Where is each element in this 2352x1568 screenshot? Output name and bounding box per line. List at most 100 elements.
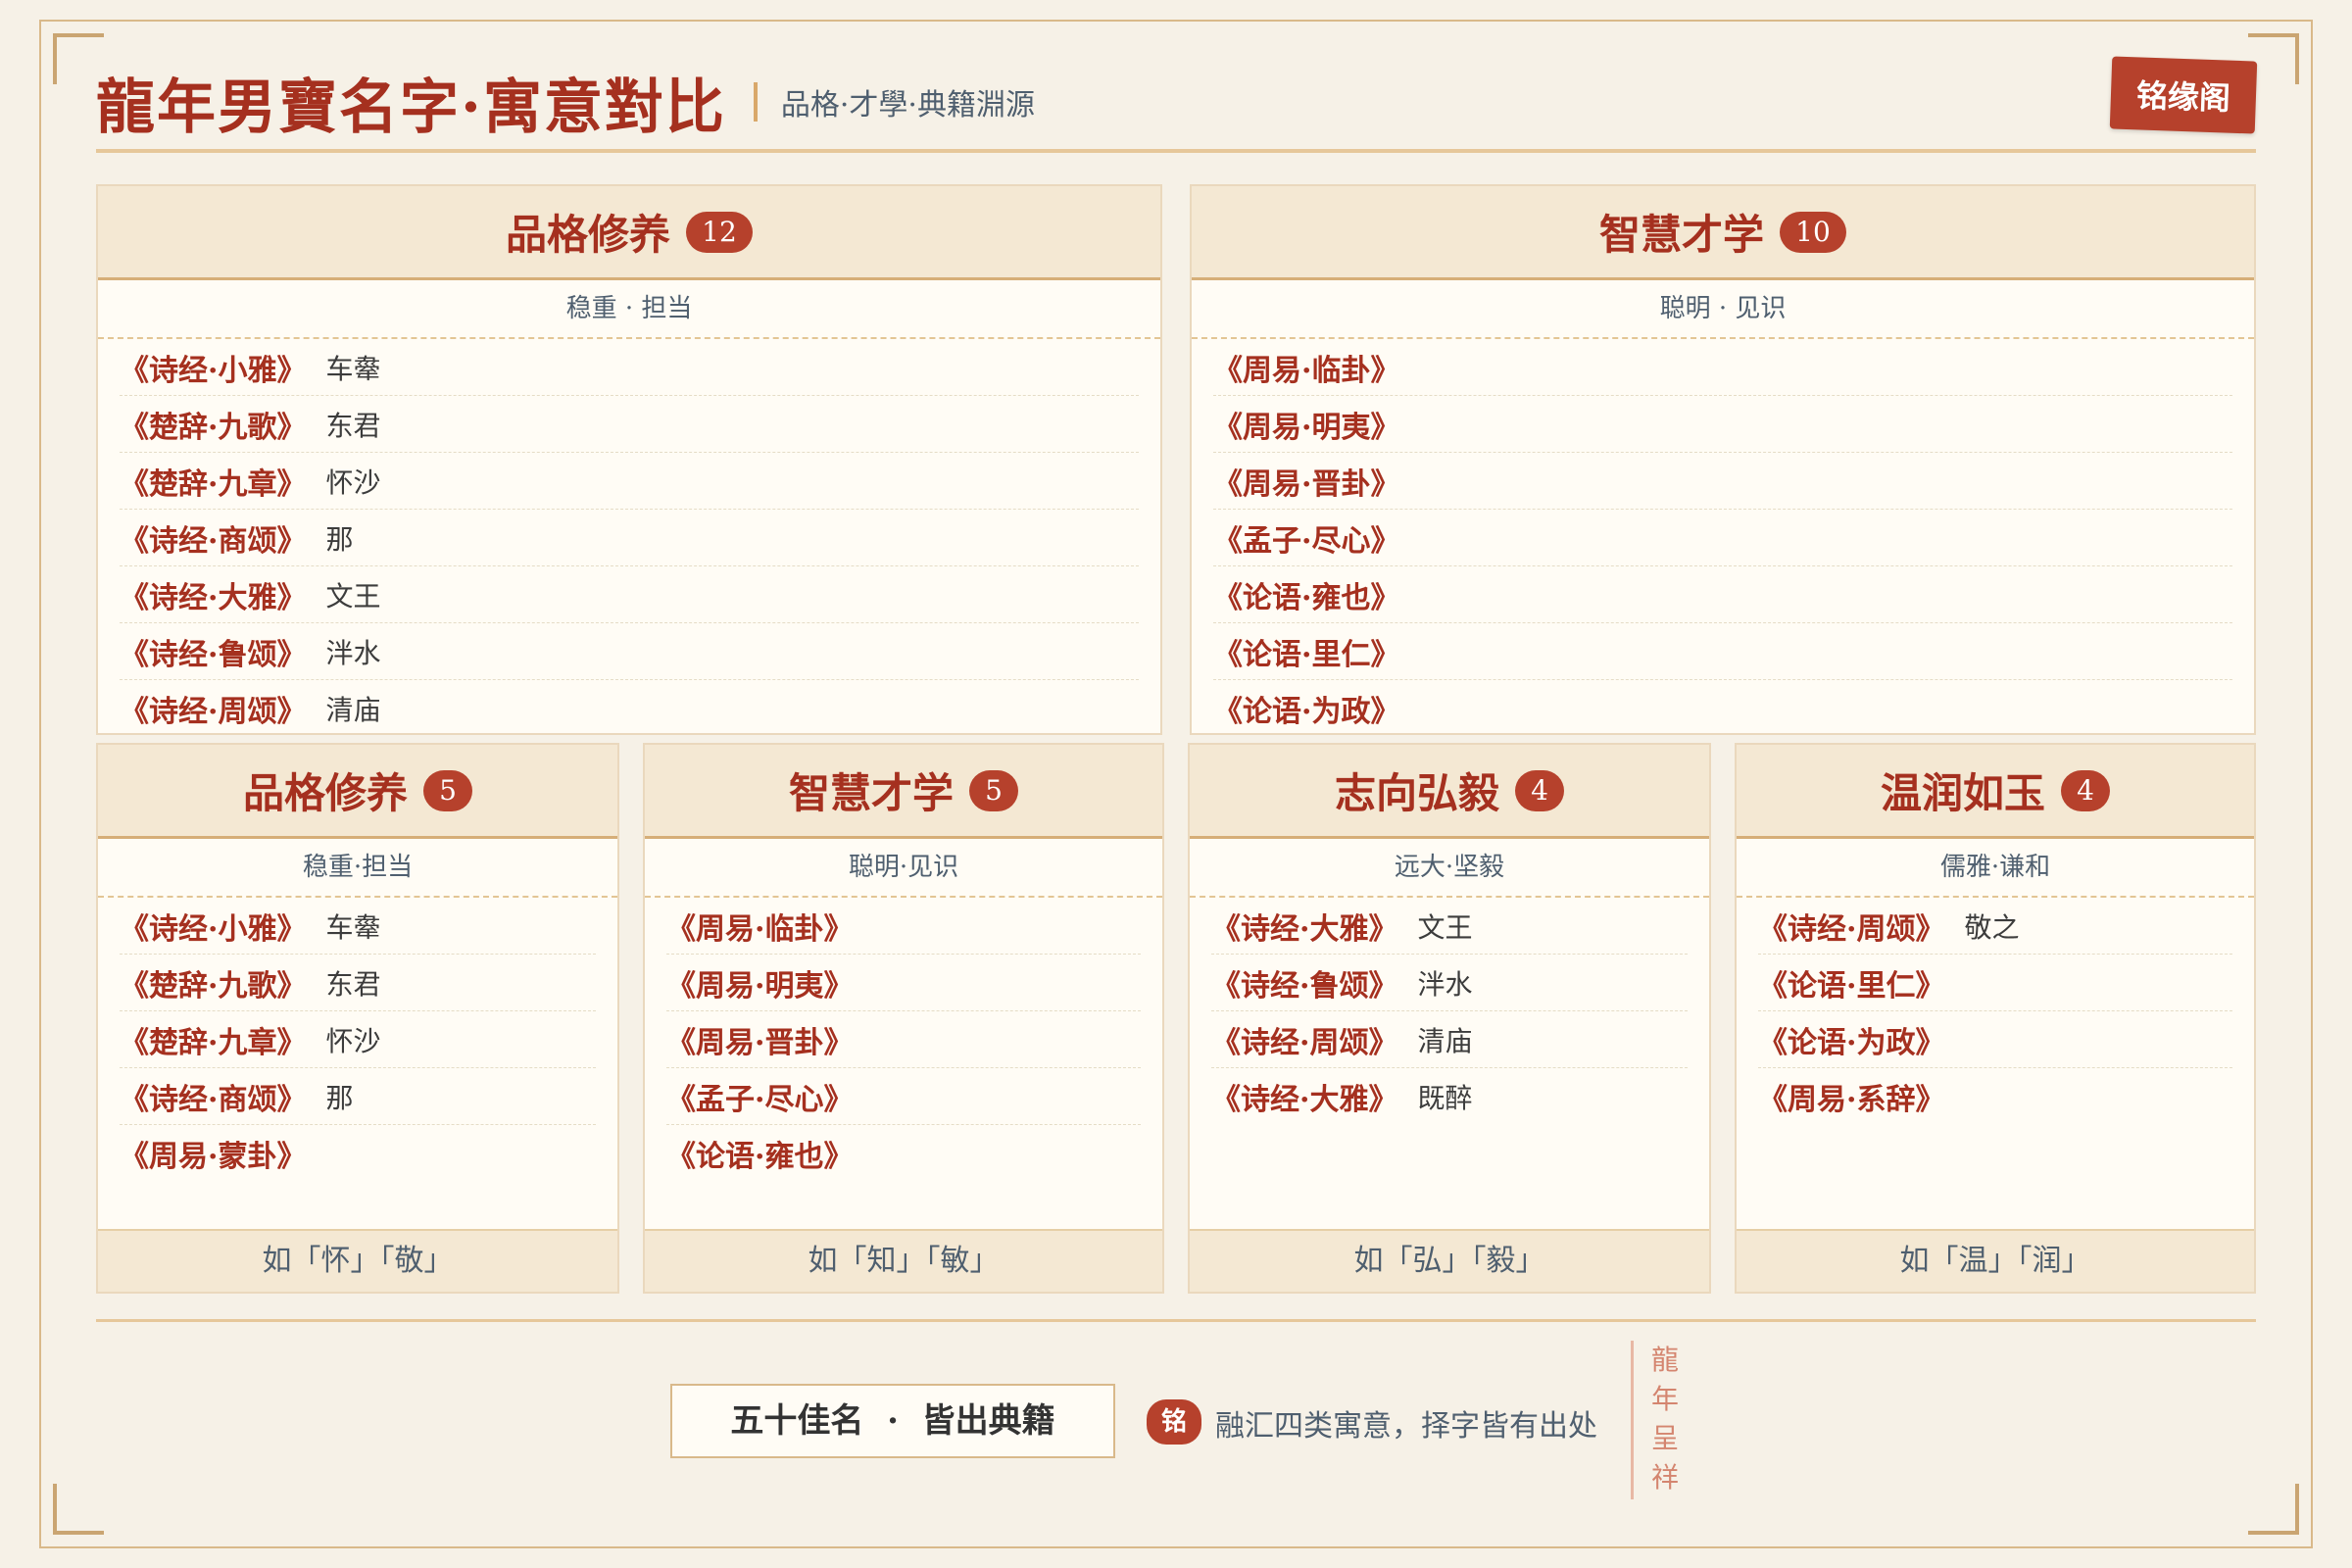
source-book: 《诗经·大雅》 [120, 580, 307, 615]
list-item: 《周易·临卦》 [1213, 339, 2232, 396]
list-item: 《诗经·鲁颂》 泮水 [120, 623, 1139, 680]
count-badge: 10 [1780, 211, 1846, 253]
category-card-bottom: 温润如玉 4 儒雅·谦和 《诗经·周颂》 敬之 《论语·里仁》 《论语·为政》 《周易·… [1735, 743, 2256, 1294]
list-item: 《诗经·大雅》 文王 [120, 566, 1139, 623]
summary-box: 五十佳名 · 皆出典籍 [670, 1384, 1115, 1458]
vertical-divider [1631, 1341, 1634, 1499]
card-header: 品格修养 5 [98, 745, 617, 839]
source-chapter: 清庙 [1417, 1024, 1473, 1057]
source-book: 《论语·雍也》 [1213, 580, 1400, 615]
card-subtitle: 儒雅·谦和 [1737, 839, 2254, 898]
category-card-top: 智慧才学 10 聪明 · 见识 《周易·临卦》 《周易·明夷》 《周易·晋卦》 《孟子… [1190, 184, 2256, 735]
brand-seal: 铭缘阁 [2109, 56, 2258, 134]
card-subtitle: 远大·坚毅 [1190, 839, 1709, 898]
source-list: 《周易·临卦》 《周易·明夷》 《周易·晋卦》 《孟子·尽心》 《论语·雍也》 《论语·里… [1192, 339, 2254, 733]
vertical-blessing: 龍 年 呈 祥 [1650, 1344, 1679, 1494]
card-title: 智慧才学 [1598, 211, 1764, 259]
list-item: 《孟子·尽心》 [1213, 510, 2232, 566]
source-chapter: 车舝 [325, 352, 381, 385]
source-book: 《诗经·小雅》 [120, 353, 307, 388]
card-title: 品格修养 [242, 769, 408, 817]
source-book: 《诗经·鲁颂》 [120, 637, 307, 672]
corner-ornament [2248, 1484, 2299, 1535]
card-subtitle: 稳重·担当 [98, 839, 617, 898]
source-book: 《楚辞·九歌》 [120, 968, 307, 1004]
card-title: 温润如玉 [1880, 769, 2045, 817]
list-item: 《周易·系辞》 [1758, 1068, 2232, 1125]
page-header: 龍年男寶名字·寓意對比 品格·才學·典籍淵源 铭缘阁 [96, 55, 2258, 153]
list-item: 《诗经·商颂》那 [120, 1068, 596, 1125]
source-book: 《孟子·尽心》 [666, 1082, 854, 1117]
source-book: 《论语·雍也》 [666, 1140, 854, 1174]
source-list: 《诗经·大雅》 文王 《诗经·鲁颂》 泮水 《诗经·周颂》 清庙 《诗经·大雅》 既醉 [1190, 898, 1709, 1125]
source-list: 《诗经·小雅》 车舝 《楚辞·九歌》 东君 《楚辞·九章》 怀沙 《诗经·商颂》那《周易·蒙… [98, 898, 617, 1182]
source-chapter: 怀沙 [325, 1024, 381, 1057]
seal-icon: 铭 [1147, 1399, 1201, 1445]
source-chapter: 清庙 [325, 693, 381, 726]
source-book: 《论语·里仁》 [1213, 637, 1400, 672]
list-item: 《楚辞·九章》 怀沙 [120, 453, 1139, 510]
category-card-bottom: 智慧才学 5 聪明·见识 《周易·临卦》《周易·明夷》《周易·晋卦》 《孟子·尽心… [643, 743, 1164, 1294]
source-book: 《周易·晋卦》 [666, 1025, 854, 1060]
source-book: 《论语·为政》 [1213, 694, 1400, 729]
source-chapter: 车舝 [325, 910, 381, 944]
source-book: 《诗经·小雅》 [120, 911, 307, 947]
list-item: 《论语·里仁》 [1213, 623, 2232, 680]
card-subtitle: 聪明 · 见识 [1192, 280, 2254, 339]
page-title: 龍年男寶名字·寓意對比 [96, 73, 726, 142]
list-item: 《诗经·小雅》 车舝 [120, 898, 596, 955]
list-item: 《楚辞·九章》 怀沙 [120, 1011, 596, 1068]
source-book: 《诗经·周颂》 [120, 694, 307, 729]
source-chapter: 那 [325, 522, 354, 556]
list-item: 《周易·明夷》 [666, 955, 1141, 1011]
count-badge: 5 [969, 769, 1018, 811]
source-chapter: 怀沙 [325, 466, 381, 499]
list-item: 《周易·晋卦》 [666, 1011, 1141, 1068]
source-book: 《周易·临卦》 [666, 911, 854, 947]
category-card-top: 品格修养 12 稳重 · 担当 《诗经·小雅》 车舝 《楚辞·九歌》 东君 《楚辞·九章… [96, 184, 1162, 735]
source-book: 《诗经·鲁颂》 [1211, 968, 1398, 1004]
list-item: 《诗经·周颂》 清庙 [1211, 1011, 1688, 1068]
list-item: 《诗经·周颂》 清庙 [120, 680, 1139, 733]
category-card-bottom: 志向弘毅 4 远大·坚毅 《诗经·大雅》 文王 《诗经·鲁颂》 泮水 《诗经·周颂》 清庙… [1188, 743, 1711, 1294]
card-footer: 如「知」「敏」 [645, 1229, 1162, 1292]
list-item: 《诗经·商颂》那 [120, 510, 1139, 566]
source-chapter: 泮水 [325, 636, 381, 669]
source-book: 《诗经·大雅》 [1211, 1083, 1398, 1117]
category-card-bottom: 品格修养 5 稳重·担当 《诗经·小雅》 车舝 《楚辞·九歌》 东君 《楚辞·九章》 怀沙… [96, 743, 619, 1294]
source-book: 《诗经·大雅》 [1211, 911, 1398, 947]
card-subtitle: 稳重 · 担当 [98, 280, 1160, 339]
count-badge: 5 [423, 769, 472, 811]
card-header: 品格修养 12 [98, 186, 1160, 280]
card-header: 智慧才学 10 [1192, 186, 2254, 280]
card-header: 温润如玉 4 [1737, 745, 2254, 839]
list-item: 《孟子·尽心》 [666, 1068, 1141, 1125]
source-book: 《周易·系辞》 [1758, 1083, 1945, 1117]
list-item: 《诗经·周颂》 敬之 [1758, 898, 2232, 955]
list-item: 《楚辞·九歌》 东君 [120, 955, 596, 1011]
card-title: 智慧才学 [788, 769, 954, 817]
list-item: 《周易·临卦》 [666, 898, 1141, 955]
list-item: 《论语·雍也》 [1213, 566, 2232, 623]
list-item: 《论语·雍也》 [666, 1125, 1141, 1182]
source-book: 《周易·临卦》 [1213, 353, 1400, 388]
card-footer: 如「温」「润」 [1737, 1229, 2254, 1292]
source-book: 《论语·为政》 [1758, 1025, 1945, 1060]
list-item: 《论语·为政》 [1213, 680, 2232, 733]
source-book: 《孟子·尽心》 [1213, 523, 1400, 559]
source-book: 《楚辞·九歌》 [120, 410, 307, 445]
card-subtitle: 聪明·见识 [645, 839, 1162, 898]
count-badge: 12 [686, 211, 753, 253]
count-badge: 4 [2061, 769, 2110, 811]
list-item: 《诗经·大雅》 文王 [1211, 898, 1688, 955]
source-chapter: 那 [325, 1081, 354, 1114]
source-list: 《诗经·周颂》 敬之 《论语·里仁》 《论语·为政》 《周易·系辞》 [1737, 898, 2254, 1125]
source-chapter: 既醉 [1417, 1082, 1473, 1114]
footer-note: 融汇四类寓意，择字皆有出处 [1215, 1409, 1597, 1444]
source-book: 《诗经·周颂》 [1211, 1025, 1398, 1060]
list-item: 《诗经·小雅》 车舝 [120, 339, 1139, 396]
source-chapter: 东君 [325, 409, 381, 442]
source-book: 《周易·蒙卦》 [120, 1140, 307, 1174]
page-subtitle: 品格·才學·典籍淵源 [780, 88, 1035, 122]
source-book: 《诗经·周颂》 [1758, 911, 1945, 947]
